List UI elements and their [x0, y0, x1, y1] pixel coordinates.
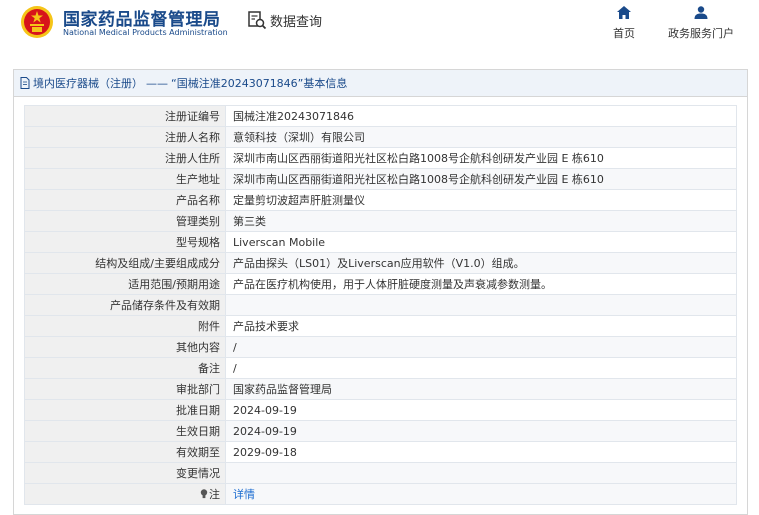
field-label: 有效期至	[24, 441, 226, 463]
field-label: 产品名称	[24, 189, 226, 211]
field-value: /	[225, 357, 737, 379]
table-row: 注册人名称 意领科技（深圳）有限公司	[24, 126, 737, 148]
field-label: 附件	[24, 315, 226, 337]
site-header: 国家药品监督管理局 National Medical Products Admi…	[0, 0, 759, 60]
user-icon	[694, 6, 708, 19]
table-row: 结构及组成/主要组成成分 产品由探头（LS01）及Liverscan应用软件（V1…	[24, 252, 737, 274]
table-row: 生效日期 2024-09-19	[24, 420, 737, 442]
field-value: 2024-09-19	[225, 420, 737, 442]
nav-service-portal[interactable]: 政务服务门户	[664, 6, 738, 41]
field-value: 2029-09-18	[225, 441, 737, 463]
field-label: 结构及组成/主要组成成分	[24, 252, 226, 274]
field-value: 产品在医疗机构使用，用于人体肝脏硬度测量及声衰减参数测量。	[225, 273, 737, 295]
field-label: 备注	[24, 357, 226, 379]
field-value: 深圳市南山区西丽街道阳光社区松白路1008号企航科创研发产业园 E 栋610	[225, 168, 737, 190]
breadcrumb-separator: ——	[146, 76, 168, 90]
data-query-label: 数据查询	[270, 14, 323, 30]
field-value: 产品由探头（LS01）及Liverscan应用软件（V1.0）组成。	[225, 252, 737, 274]
table-row: 产品名称 定量剪切波超声肝脏测量仪	[24, 189, 737, 211]
field-label: 注册证编号	[24, 105, 226, 127]
field-label: 注册人住所	[24, 147, 226, 169]
field-value: 意领科技（深圳）有限公司	[225, 126, 737, 148]
table-row: 有效期至 2029-09-18	[24, 441, 737, 463]
field-value: 国械注准20243071846	[225, 105, 737, 127]
field-value	[225, 294, 737, 316]
nav-home[interactable]: 首页	[610, 6, 638, 41]
field-label: 管理类别	[24, 210, 226, 232]
field-label: 生产地址	[24, 168, 226, 190]
detail-panel: 境内医疗器械（注册） —— “国械注准20243071846”基本信息 注册证编…	[13, 69, 748, 515]
table-row: 注册人住所 深圳市南山区西丽街道阳光社区松白路1008号企航科创研发产业园 E 栋…	[24, 147, 737, 169]
field-label: 产品储存条件及有效期	[24, 294, 226, 316]
note-label: 注	[209, 488, 220, 501]
note-label-cell: 注	[24, 483, 226, 505]
table-row: 注册证编号 国械注准20243071846	[24, 105, 737, 127]
panel-title-bar: 境内医疗器械（注册） —— “国械注准20243071846”基本信息	[14, 70, 747, 97]
nav-home-label: 首页	[613, 27, 635, 40]
national-emblem-icon	[21, 6, 53, 38]
field-label: 审批部门	[24, 378, 226, 400]
field-label: 批准日期	[24, 399, 226, 421]
field-label: 型号规格	[24, 231, 226, 253]
field-value: 2024-09-19	[225, 399, 737, 421]
table-row: 管理类别 第三类	[24, 210, 737, 232]
registration-info-table: 注册证编号 国械注准20243071846 注册人名称 意领科技（深圳）有限公司 注册人…	[24, 105, 737, 505]
table-row: 批准日期 2024-09-19	[24, 399, 737, 421]
table-row: 备注 /	[24, 357, 737, 379]
field-value: /	[225, 336, 737, 358]
field-value: Liverscan Mobile	[225, 231, 737, 253]
data-query-link[interactable]: 数据查询	[247, 10, 322, 30]
field-label: 其他内容	[24, 336, 226, 358]
table-row-note: 注 详情	[24, 483, 737, 505]
field-value: 深圳市南山区西丽街道阳光社区松白路1008号企航科创研发产业园 E 栋610	[225, 147, 737, 169]
breadcrumb-category-link[interactable]: 境内医疗器械（注册）	[33, 75, 143, 91]
table-row: 附件 产品技术要求	[24, 315, 737, 337]
site-name-cn: 国家药品监督管理局	[63, 10, 221, 30]
document-search-icon	[248, 11, 267, 30]
table-row: 型号规格 Liverscan Mobile	[24, 231, 737, 253]
field-label: 变更情况	[24, 462, 226, 484]
field-value: 产品技术要求	[225, 315, 737, 337]
table-row: 适用范围/预期用途 产品在医疗机构使用，用于人体肝脏硬度测量及声衰减参数测量。	[24, 273, 737, 295]
breadcrumb: 境内医疗器械（注册） —— “国械注准20243071846”基本信息	[20, 75, 347, 91]
table-row: 产品储存条件及有效期	[24, 294, 737, 316]
table-row: 生产地址 深圳市南山区西丽街道阳光社区松白路1008号企航科创研发产业园 E 栋6…	[24, 168, 737, 190]
field-value: 第三类	[225, 210, 737, 232]
home-icon	[617, 6, 631, 19]
site-name-en: National Medical Products Administration	[63, 28, 228, 37]
detail-link[interactable]: 详情	[233, 488, 255, 501]
breadcrumb-title: “国械注准20243071846”基本信息	[171, 77, 348, 90]
field-value: 国家药品监督管理局	[225, 378, 737, 400]
table-row: 其他内容 /	[24, 336, 737, 358]
note-value-cell: 详情	[225, 483, 737, 505]
field-label: 适用范围/预期用途	[24, 273, 226, 295]
document-icon	[20, 77, 30, 89]
table-row: 变更情况	[24, 462, 737, 484]
field-value	[225, 462, 737, 484]
table-row: 审批部门 国家药品监督管理局	[24, 378, 737, 400]
field-label: 生效日期	[24, 420, 226, 442]
field-label: 注册人名称	[24, 126, 226, 148]
nav-portal-label: 政务服务门户	[668, 27, 734, 40]
field-value: 定量剪切波超声肝脏测量仪	[225, 189, 737, 211]
lightbulb-icon	[200, 489, 208, 499]
